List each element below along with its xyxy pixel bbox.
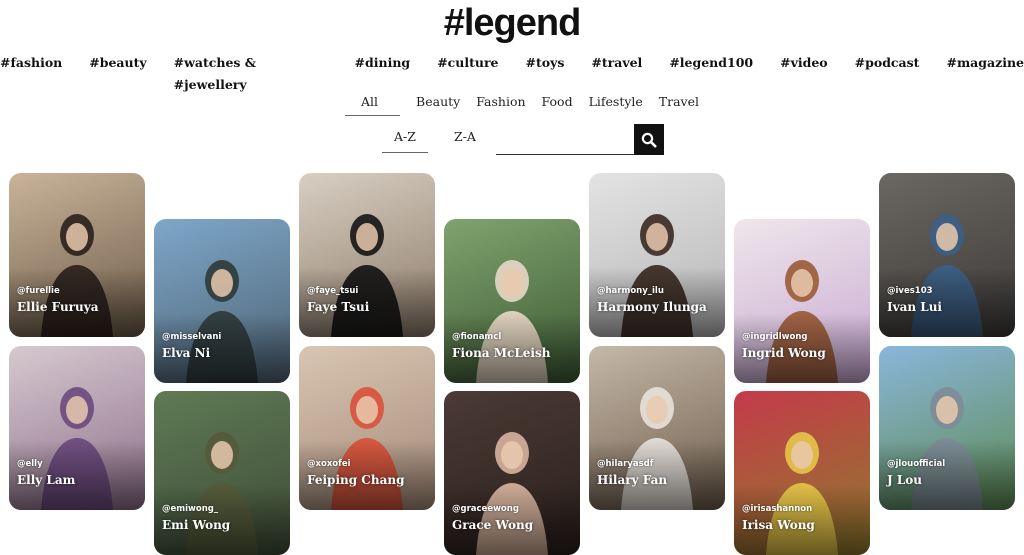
profile-handle: @irisashannon bbox=[742, 504, 813, 514]
filter-fashion[interactable]: Fashion bbox=[468, 90, 533, 116]
profile-card[interactable]: @graceewong Grace Wong bbox=[444, 391, 580, 555]
nav-beauty[interactable]: #beauty bbox=[89, 52, 146, 74]
profile-name: Grace Wong bbox=[452, 518, 534, 532]
profile-card[interactable]: @harmony_ilu Harmony Ilunga bbox=[589, 173, 725, 337]
profile-card[interactable]: @emiwong_ Emi Wong bbox=[154, 391, 290, 555]
profile-card[interactable]: @jlouofficial J Lou bbox=[879, 346, 1015, 510]
nav-dining[interactable]: #dining bbox=[355, 52, 411, 74]
profile-handle: @furellie bbox=[17, 286, 60, 296]
profile-name: Harmony Ilunga bbox=[597, 300, 707, 314]
sort-options: A-Z Z-A bbox=[382, 125, 488, 155]
profile-card[interactable]: @faye_tsui Faye Tsui bbox=[299, 173, 435, 337]
profile-name: Elva Ni bbox=[162, 346, 211, 360]
profile-handle: @ives103 bbox=[887, 286, 933, 296]
profile-handle: @fionamcl bbox=[452, 332, 502, 342]
profile-card[interactable]: @irisashannon Irisa Wong bbox=[734, 391, 870, 555]
main-nav: #fashion #beauty #watches & #jewellery #… bbox=[0, 52, 1024, 92]
filter-beauty[interactable]: Beauty bbox=[408, 90, 468, 116]
profile-card[interactable]: @hilaryasdf Hilary Fan bbox=[589, 346, 725, 510]
profile-name: Ivan Lui bbox=[887, 300, 942, 314]
profile-card[interactable]: @fionamcl Fiona McLeish bbox=[444, 219, 580, 383]
profile-card[interactable]: @ingridlwong Ingrid Wong bbox=[734, 219, 870, 383]
profile-card[interactable]: @xoxofei Feiping Chang bbox=[299, 346, 435, 510]
profile-name: Emi Wong bbox=[162, 518, 231, 532]
nav-toys[interactable]: #toys bbox=[526, 52, 565, 74]
profile-handle: @harmony_ilu bbox=[597, 286, 664, 296]
profile-name: Irisa Wong bbox=[742, 518, 815, 532]
profile-name: Ingrid Wong bbox=[742, 346, 826, 360]
profile-handle: @elly bbox=[17, 459, 43, 469]
profile-handle: @misselvani bbox=[162, 332, 222, 342]
profile-handle: @jlouofficial bbox=[887, 459, 946, 469]
profile-name: Faye Tsui bbox=[307, 300, 370, 314]
profile-card[interactable]: @ives103 Ivan Lui bbox=[879, 173, 1015, 337]
profile-handle: @hilaryasdf bbox=[597, 459, 654, 469]
profile-name: Hilary Fan bbox=[597, 473, 668, 487]
sort-z-a[interactable]: Z-A bbox=[442, 125, 488, 152]
nav-fashion[interactable]: #fashion bbox=[0, 52, 62, 74]
filter-all[interactable]: All bbox=[345, 90, 401, 116]
search-button[interactable] bbox=[634, 124, 664, 155]
nav-magazine[interactable]: #magazine bbox=[946, 52, 1024, 74]
filter-lifestyle[interactable]: Lifestyle bbox=[581, 90, 651, 116]
category-filter: All Beauty Fashion Food Lifestyle Travel bbox=[345, 90, 707, 116]
profile-name: J Lou bbox=[887, 473, 923, 487]
profile-name: Fiona McLeish bbox=[452, 346, 551, 360]
nav-podcast[interactable]: #podcast bbox=[855, 52, 920, 74]
filter-travel[interactable]: Travel bbox=[651, 90, 707, 116]
site-logo[interactable]: #legend bbox=[0, 2, 1024, 45]
sort-a-z[interactable]: A-Z bbox=[382, 125, 428, 153]
profile-name: Ellie Furuya bbox=[17, 300, 99, 314]
profile-handle: @ingridlwong bbox=[742, 332, 808, 342]
profile-handle: @faye_tsui bbox=[307, 286, 359, 296]
profile-handle: @emiwong_ bbox=[162, 504, 219, 514]
profile-handle: @graceewong bbox=[452, 504, 519, 514]
nav-culture[interactable]: #culture bbox=[437, 52, 498, 74]
filter-food[interactable]: Food bbox=[534, 90, 581, 116]
profile-handle: @xoxofei bbox=[307, 459, 351, 469]
search-input[interactable] bbox=[496, 125, 635, 155]
profile-card[interactable]: @furellie Ellie Furuya bbox=[9, 173, 145, 337]
nav-legend100[interactable]: #legend100 bbox=[669, 52, 753, 74]
nav-travel[interactable]: #travel bbox=[591, 52, 642, 74]
search-icon bbox=[641, 132, 657, 148]
nav-video[interactable]: #video bbox=[780, 52, 828, 74]
nav-watches-jewellery[interactable]: #watches & #jewellery bbox=[174, 52, 328, 92]
profile-name: Elly Lam bbox=[17, 473, 76, 487]
profile-card[interactable]: @misselvani Elva Ni bbox=[154, 219, 290, 383]
profile-name: Feiping Chang bbox=[307, 473, 405, 487]
profile-card[interactable]: @elly Elly Lam bbox=[9, 346, 145, 510]
